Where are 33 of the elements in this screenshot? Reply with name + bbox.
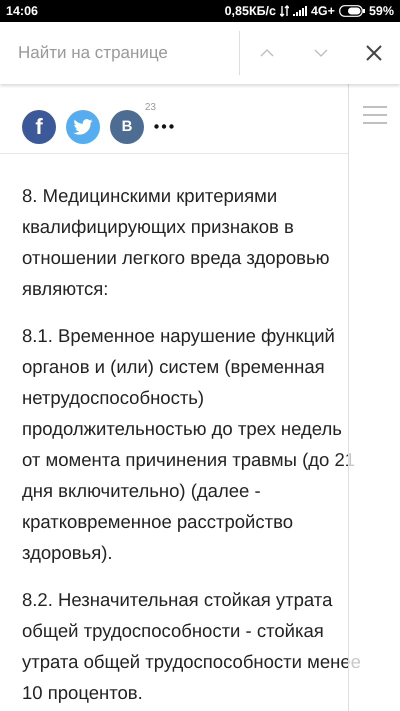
data-arrows-icon xyxy=(280,5,289,17)
article-text-line: органов и (или) систем (временная xyxy=(22,355,325,379)
signal-icon xyxy=(292,6,307,16)
share-button[interactable]: f xyxy=(22,110,56,144)
more-icon[interactable] xyxy=(154,124,174,129)
battery-percent: 59% xyxy=(368,4,394,18)
bird-icon xyxy=(73,118,93,134)
article-text-line: 10 процентов. xyxy=(22,681,143,705)
network-speed: 0,85КБ/с xyxy=(224,4,276,18)
battery-icon xyxy=(338,5,365,17)
article-text-line: утрата общей трудоспособности менее xyxy=(22,650,361,674)
article-text-line: 8. Медицинскими критериями xyxy=(22,184,278,208)
network-type: 4G+ xyxy=(310,4,335,18)
chevron-down-icon[interactable] xyxy=(314,49,328,57)
share-count: 23 xyxy=(144,102,156,112)
article-text-line: дня включительно) (далее - xyxy=(22,479,261,503)
menu-icon[interactable] xyxy=(363,106,387,124)
article-text-line: 8.2. Незначительная стойкая утрата xyxy=(22,588,332,612)
article-text-line: отношении легкого вреда здоровью xyxy=(22,246,330,270)
article-text-line: квалифицирующих признаков в xyxy=(22,215,294,239)
close-icon[interactable] xyxy=(366,45,382,61)
article-text-line: общей трудоспособности - стойкая xyxy=(22,619,324,643)
article-text-line: здоровья). xyxy=(22,541,113,565)
article-text-line: продолжительностью до трех недель xyxy=(22,417,342,441)
chevron-up-icon[interactable] xyxy=(260,49,274,57)
status-time: 14:06 xyxy=(6,4,38,18)
share-button[interactable]: B xyxy=(110,110,144,144)
share-button[interactable] xyxy=(66,110,100,144)
article-text-line: 8.1. Временное нарушение функций xyxy=(22,324,335,348)
article-text-line: кратковременное расстройство xyxy=(22,510,293,534)
article-text-line: от момента причинения травмы (до 21 xyxy=(22,448,356,472)
article-text-line: являются: xyxy=(22,277,108,301)
article-text-line: нетрудоспособность) xyxy=(22,386,204,410)
